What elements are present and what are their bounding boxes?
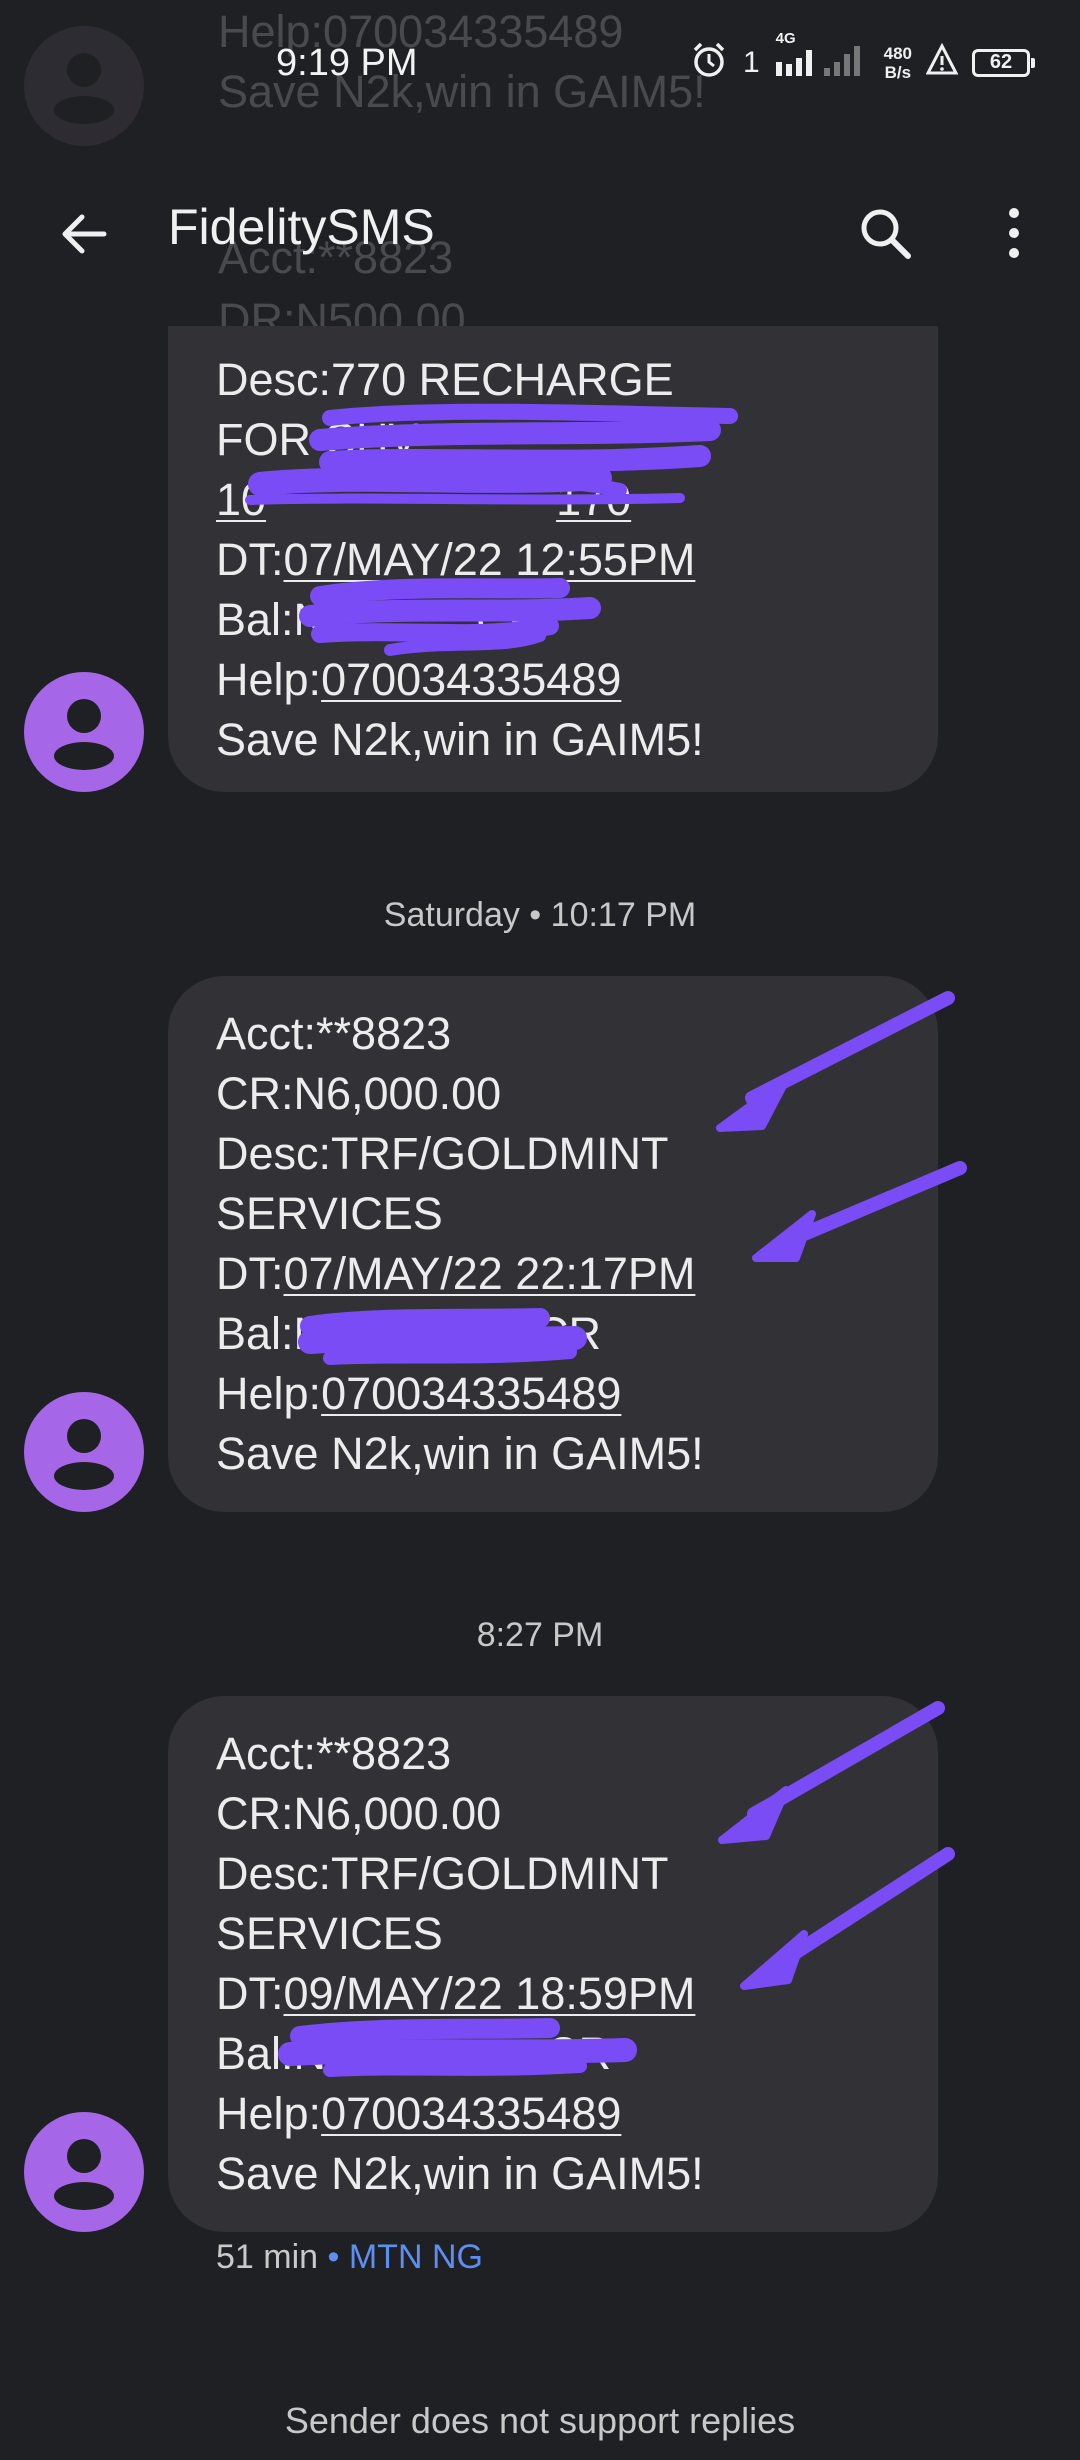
back-arrow-icon: [62, 214, 107, 254]
person-icon: [54, 1419, 114, 1490]
app-bar: FidelitySMS: [0, 130, 1080, 326]
signal-icon: 4G: [774, 30, 870, 85]
message-promo: Save N2k,win in GAIM5!: [216, 2148, 704, 2199]
message-help: Help:070034335489: [216, 650, 890, 710]
redacted-line-tail: 170: [556, 474, 632, 525]
message-bubble[interactable]: Acct:**8823 CR:N6,000.00 Desc:TRF/GOLDMI…: [168, 976, 938, 1512]
message-help: Help:070034335489: [216, 2084, 890, 2144]
message-balance: Bal:N CR: [216, 1304, 890, 1364]
help-phone-link[interactable]: 070034335489: [321, 654, 621, 705]
message-datetime: DT:07/MAY/22 12:55PM: [216, 530, 890, 590]
search-button[interactable]: [846, 194, 926, 274]
help-phone-link[interactable]: 070034335489: [321, 2088, 621, 2139]
message-balance: Bal:N CR: [216, 2024, 890, 2084]
message-account: Acct:**8823: [216, 1728, 452, 1779]
sender-avatar[interactable]: [24, 2112, 144, 2232]
message-datetime: DT:09/MAY/22 18:59PM: [216, 1964, 890, 2024]
message-bubble[interactable]: Acct:**8823 CR:N6,000.00 Desc:TRF/GOLDMI…: [168, 1696, 938, 2232]
redacted-line-start: 10: [216, 474, 267, 525]
status-icons: 1 4G 480 B/s 62: [689, 30, 1035, 85]
message-bubble[interactable]: Desc:770 RECHARGE FOR CHV 10 170 DT:07/MA…: [168, 326, 938, 792]
message-meta: 51 min • MTN NG: [216, 2238, 483, 2277]
dt-prefix: DT:: [216, 1248, 284, 1299]
message-time-ago: 51 min: [216, 2238, 319, 2276]
bal-tail: CR: [536, 1308, 602, 1359]
message-balance: Bal:N CR: [216, 590, 890, 650]
bal-tail: CR: [546, 2028, 612, 2079]
dt-value[interactable]: 07/MAY/22 12:55PM: [284, 534, 696, 585]
message-promo: Save N2k,win in GAIM5!: [216, 714, 704, 765]
data-warning-icon: [925, 42, 959, 82]
message-for-line: FOR CHV: [216, 410, 890, 470]
no-reply-notice: Sender does not support replies: [284, 2400, 796, 2441]
message-desc-2: SERVICES: [216, 1188, 443, 1239]
message-amount: CR:N6,000.00: [216, 1788, 502, 1839]
message-account: Acct:**8823: [216, 1008, 452, 1059]
dt-value[interactable]: 09/MAY/22 18:59PM: [284, 1968, 696, 2019]
message-line3: 10 170: [216, 470, 890, 530]
more-options-button[interactable]: [974, 194, 1054, 274]
for-prefix: FOR: [216, 414, 324, 465]
help-prefix: Help:: [216, 1368, 322, 1419]
alarm-icon: [689, 40, 729, 85]
network-speed: 480 B/s: [884, 44, 912, 82]
net-speed-value: 480: [883, 43, 912, 63]
message-promo: Save N2k,win in GAIM5!: [216, 1428, 704, 1479]
status-time: 9:19 PM: [276, 42, 418, 84]
status-bar: 9:19 PM 1 4G 480 B/s 62: [0, 0, 1080, 130]
message-help: Help:070034335489: [216, 1364, 890, 1424]
sim-indicator: 1: [742, 45, 760, 79]
bal-visible: N: [293, 1308, 327, 1359]
message-desc: Desc:770 RECHARGE: [216, 354, 674, 405]
dt-value[interactable]: 07/MAY/22 22:17PM: [284, 1248, 696, 1299]
more-vert-icon: [1009, 208, 1019, 258]
help-phone-link[interactable]: 070034335489: [321, 1368, 621, 1419]
message-datetime: DT:07/MAY/22 22:17PM: [216, 1244, 890, 1304]
sender-avatar[interactable]: [24, 672, 144, 792]
meta-dot: •: [318, 2238, 349, 2276]
battery-level: 62: [989, 51, 1013, 73]
conversation-title: FidelitySMS: [168, 199, 435, 255]
bal-prefix: Bal:: [216, 2028, 294, 2079]
dt-prefix: DT:: [216, 1968, 284, 2019]
net-speed-unit: B/s: [884, 62, 912, 82]
date-separator: 8:27 PM: [476, 1616, 604, 1654]
bal-tail: CR: [476, 594, 542, 645]
network-type: 4G: [775, 30, 796, 47]
message-desc: Desc:TRF/GOLDMINT: [216, 1848, 669, 1899]
bal-visible: N: [293, 2028, 327, 2079]
bal-prefix: Bal:: [216, 1308, 294, 1359]
person-icon: [54, 2139, 114, 2210]
help-prefix: Help:: [216, 2088, 322, 2139]
redacted-text: CHV: [323, 414, 419, 465]
back-button[interactable]: [44, 194, 124, 274]
bal-visible: N: [293, 594, 327, 645]
bal-prefix: Bal:: [216, 594, 294, 645]
dt-prefix: DT:: [216, 534, 284, 585]
message-desc-2: SERVICES: [216, 1908, 443, 1959]
message-desc: Desc:TRF/GOLDMINT: [216, 1128, 669, 1179]
carrier-label: MTN NG: [348, 2238, 483, 2276]
date-separator: Saturday • 10:17 PM: [383, 896, 697, 934]
help-prefix: Help:: [216, 654, 322, 705]
message-amount: CR:N6,000.00: [216, 1068, 502, 1119]
battery-icon: 62: [972, 48, 1035, 77]
search-icon: [861, 209, 911, 259]
person-icon: [54, 699, 114, 770]
sender-avatar[interactable]: [24, 1392, 144, 1512]
